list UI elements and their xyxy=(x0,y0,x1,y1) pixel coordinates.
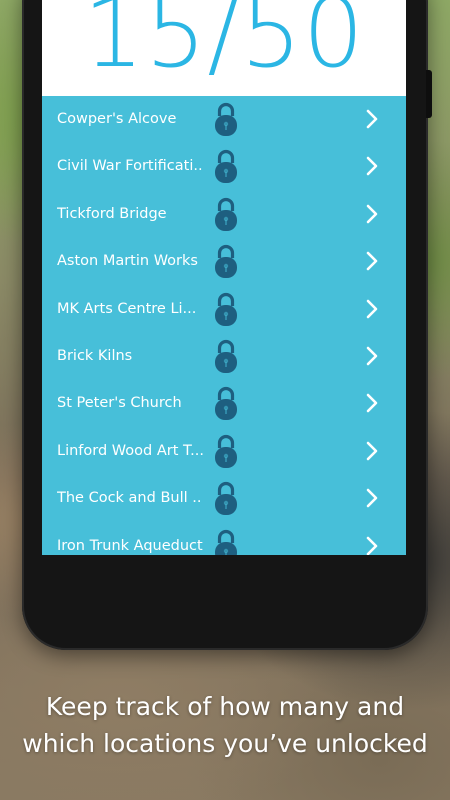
promo-caption-line-1: Keep track of how many and xyxy=(45,692,405,721)
chevron-right-icon[interactable] xyxy=(364,535,380,555)
phone-screen: 15/50 Cowper's Alcove Civil War Fortifica… xyxy=(42,0,406,555)
chevron-right-icon[interactable] xyxy=(364,155,380,177)
padlock-icon xyxy=(214,433,238,469)
padlock-icon xyxy=(214,480,238,516)
location-name: Iron Trunk Aqueduct xyxy=(57,537,203,554)
chevron-right-icon[interactable] xyxy=(364,440,380,462)
location-name: Linford Wood Art T... xyxy=(57,442,203,459)
location-row[interactable]: MK Arts Centre Li... xyxy=(42,286,406,333)
promo-caption-line-2: which locations you’ve unlocked xyxy=(22,729,428,758)
padlock-icon xyxy=(214,338,238,374)
location-row[interactable]: Iron Trunk Aqueduct xyxy=(42,523,406,555)
padlock-icon xyxy=(214,385,238,421)
location-name: The Cock and Bull ... xyxy=(57,490,203,507)
location-row[interactable]: Aston Martin Works xyxy=(42,238,406,285)
location-name: Brick Kilns xyxy=(57,348,133,364)
location-row[interactable]: Civil War Fortificati.. xyxy=(42,143,406,190)
padlock-icon xyxy=(214,291,238,327)
chevron-right-icon[interactable] xyxy=(364,392,380,414)
location-name: Tickford Bridge xyxy=(57,205,167,222)
chevron-right-icon[interactable] xyxy=(364,487,380,509)
location-list[interactable]: Cowper's Alcove Civil War Fortificati.. Ti… xyxy=(42,96,406,555)
chevron-right-icon[interactable] xyxy=(364,108,380,130)
location-row[interactable]: The Cock and Bull ... xyxy=(42,475,406,522)
chevron-right-icon[interactable] xyxy=(364,250,380,272)
location-name: Civil War Fortificati.. xyxy=(57,158,203,175)
chevron-right-icon[interactable] xyxy=(364,298,380,320)
location-row[interactable]: Brick Kilns xyxy=(42,333,406,380)
chevron-right-icon[interactable] xyxy=(364,345,380,367)
padlock-icon xyxy=(214,243,238,279)
unlock-counter: 15/50 xyxy=(83,0,365,89)
location-name: Cowper's Alcove xyxy=(57,111,177,127)
location-row[interactable]: Cowper's Alcove xyxy=(42,96,406,143)
location-row[interactable]: Tickford Bridge xyxy=(42,191,406,238)
location-name: MK Arts Centre Li... xyxy=(57,300,197,317)
padlock-icon xyxy=(214,148,238,184)
location-name: St Peter's Church xyxy=(57,395,182,412)
phone-side-button xyxy=(426,70,432,118)
padlock-icon xyxy=(214,528,238,555)
padlock-icon xyxy=(214,196,238,232)
promo-caption: Keep track of how many and which locatio… xyxy=(0,688,450,762)
chevron-right-icon[interactable] xyxy=(364,203,380,225)
unlock-counter-panel: 15/50 xyxy=(42,0,406,96)
padlock-icon xyxy=(214,101,238,137)
location-row[interactable]: St Peter's Church xyxy=(42,380,406,427)
location-row[interactable]: Linford Wood Art T... xyxy=(42,428,406,475)
location-name: Aston Martin Works xyxy=(57,253,198,270)
